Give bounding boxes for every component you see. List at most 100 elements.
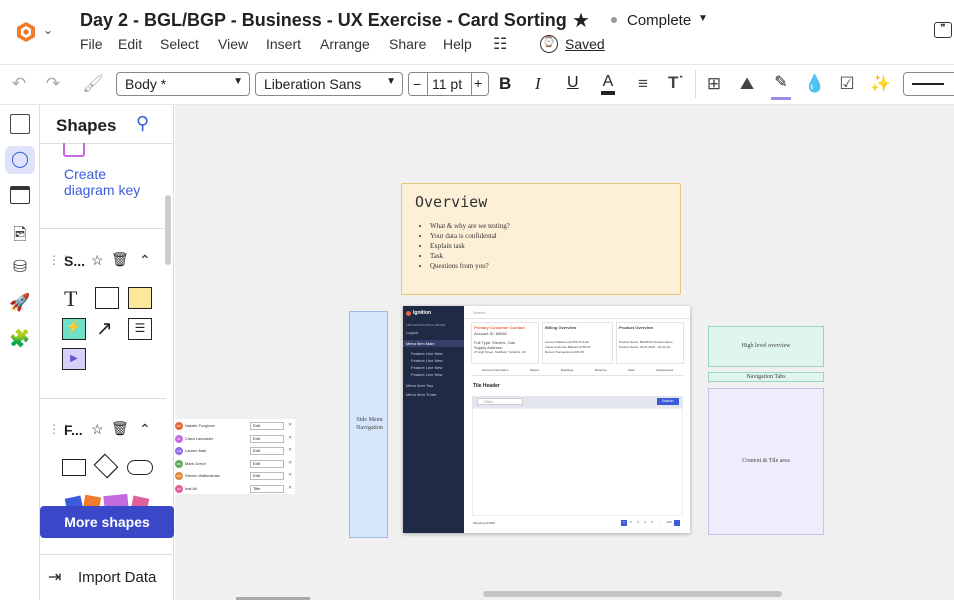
- high-level-note[interactable]: High level overview: [708, 326, 824, 367]
- shapes-icon[interactable]: ◯: [5, 146, 35, 174]
- role-select[interactable]: Edit: [250, 447, 284, 455]
- close-icon[interactable]: ✕: [288, 485, 292, 491]
- process-shape-icon[interactable]: [62, 459, 86, 476]
- mock-table-toolbar: Filter Button: [472, 396, 683, 408]
- role-select[interactable]: Edit: [250, 434, 284, 443]
- panel-scrollbar[interactable]: [165, 195, 171, 265]
- saved-link[interactable]: Saved: [565, 36, 605, 52]
- shapes-title: Shapes: [56, 116, 117, 135]
- puzzle-icon[interactable]: 🧩: [8, 329, 32, 353]
- style-icon[interactable]: ☑: [836, 74, 858, 94]
- magic-icon[interactable]: ✨: [870, 74, 892, 94]
- close-icon[interactable]: ✕: [288, 422, 292, 428]
- role-select[interactable]: Title: [250, 484, 284, 493]
- mock-button: Button: [657, 398, 679, 405]
- star-icon[interactable]: ★: [572, 8, 590, 33]
- menu-arrange[interactable]: Arrange: [320, 36, 370, 52]
- rectangle-shape-icon[interactable]: [95, 287, 119, 309]
- binoculars-icon[interactable]: ☷: [493, 34, 507, 54]
- close-icon[interactable]: ✕: [288, 435, 292, 441]
- terminator-shape-icon[interactable]: [127, 460, 153, 475]
- menu-insert[interactable]: Insert: [266, 36, 301, 52]
- fill-color-icon[interactable]: ⛰: [736, 74, 758, 94]
- text-options-icon[interactable]: T˙: [665, 73, 687, 93]
- role-select[interactable]: Edit: [250, 472, 284, 480]
- sticky-note-shape-icon[interactable]: [128, 287, 152, 309]
- lightning-shape-icon[interactable]: ⚡: [62, 318, 86, 340]
- menu-view[interactable]: View: [218, 36, 248, 52]
- rocket-icon[interactable]: 🚀: [8, 293, 32, 317]
- menu-select[interactable]: Select: [160, 36, 199, 52]
- mock-card-row: Account Balance £2,556.44 debit: [545, 340, 590, 344]
- redo-icon[interactable]: ↷: [42, 74, 64, 94]
- font-size-value[interactable]: 11 pt: [432, 76, 462, 92]
- overview-note[interactable]: Overview What & why are we testing? Your…: [401, 183, 681, 295]
- collaborator-row: CL Clara Lancaster Edit ✕: [175, 434, 295, 445]
- role-select[interactable]: Edit: [250, 422, 284, 430]
- menu-file[interactable]: File: [80, 36, 103, 52]
- mock-card-row: Product Name: 02-01-2024 - 02-01-20...: [619, 345, 673, 349]
- status-dropdown-icon[interactable]: ▼: [698, 13, 708, 24]
- shape-section-flowchart[interactable]: F...: [64, 422, 83, 438]
- star-outline-icon[interactable]: ☆: [91, 421, 104, 438]
- content-tile-note[interactable]: Content & Tile area: [708, 388, 824, 535]
- create-diagram-key-link[interactable]: Create diagram key: [64, 166, 154, 198]
- undo-icon[interactable]: ↶: [8, 74, 30, 94]
- avatar: SW: [175, 472, 183, 480]
- clock-icon[interactable]: ⌚: [540, 35, 558, 53]
- menu-help[interactable]: Help: [443, 36, 472, 52]
- nav-tabs-note[interactable]: Navigation Tabs: [708, 372, 824, 382]
- mock-card-row: Recent Transactions £150.65: [545, 350, 585, 354]
- format-painter-icon[interactable]: 🖌: [82, 74, 104, 94]
- more-shapes-button[interactable]: More shapes: [40, 506, 174, 538]
- canvas-scrollbar[interactable]: [483, 591, 782, 597]
- position-icon[interactable]: ⊞: [703, 74, 725, 94]
- list-shape-icon[interactable]: ☰: [128, 318, 152, 340]
- increase-size-button[interactable]: +: [474, 75, 482, 91]
- trash-icon[interactable]: 🗑: [111, 420, 129, 437]
- database-icon[interactable]: ⛁: [8, 257, 32, 281]
- search-icon[interactable]: ⚲: [136, 113, 149, 134]
- star-outline-icon[interactable]: ☆: [91, 252, 104, 269]
- window-icon[interactable]: [10, 186, 30, 204]
- app-logo-icon[interactable]: [14, 20, 38, 44]
- chevron-up-icon[interactable]: ⌃: [139, 421, 151, 438]
- close-icon[interactable]: ✕: [288, 472, 292, 478]
- align-icon[interactable]: ≡: [632, 74, 654, 94]
- import-icon[interactable]: ⇥: [48, 567, 61, 587]
- document-title[interactable]: Day 2 - BGL/BGP - Business - UX Exercise…: [80, 10, 567, 31]
- menu-edit[interactable]: Edit: [118, 36, 142, 52]
- font-size-stepper[interactable]: − 11 pt +: [408, 72, 489, 96]
- list-item: Task: [430, 251, 510, 261]
- font-family-select[interactable]: Liberation Sans ▼: [255, 72, 403, 96]
- trash-icon[interactable]: 🗑: [111, 251, 129, 268]
- opacity-icon[interactable]: 💧: [804, 74, 826, 94]
- divider: [40, 143, 174, 144]
- pages-icon[interactable]: [10, 114, 30, 134]
- decrease-size-button[interactable]: −: [413, 76, 421, 92]
- chevron-up-icon[interactable]: ⌃: [139, 252, 151, 269]
- close-icon[interactable]: ✕: [288, 447, 292, 453]
- italic-button[interactable]: I: [535, 74, 541, 94]
- close-icon[interactable]: ✕: [288, 460, 292, 466]
- chevron-down-icon[interactable]: ⌄: [43, 23, 53, 37]
- text-color-button[interactable]: A: [601, 73, 615, 95]
- text-style-select[interactable]: Body * ▼: [116, 72, 250, 96]
- import-data-button[interactable]: Import Data: [78, 569, 156, 586]
- shape-section-standard[interactable]: S...: [64, 253, 85, 269]
- arrow-shape-icon[interactable]: ↗: [96, 316, 113, 341]
- underline-button[interactable]: U: [567, 74, 579, 92]
- comment-icon[interactable]: ❞: [934, 22, 952, 38]
- role-select[interactable]: Edit: [250, 459, 284, 468]
- divider: [40, 398, 166, 399]
- status-label[interactable]: Complete: [627, 12, 691, 29]
- line-style-select[interactable]: [903, 72, 954, 96]
- line-color-icon[interactable]: ✎: [771, 72, 791, 100]
- bold-button[interactable]: B: [499, 74, 511, 94]
- video-shape-icon[interactable]: ▶: [62, 348, 86, 370]
- app-mockup[interactable]: Ignition LBZ PRODUCTION LIMITED Logout M…: [403, 306, 690, 533]
- image-icon[interactable]: 🖻: [8, 222, 32, 246]
- side-menu-nav-note[interactable]: Side Menu Navigation: [349, 311, 388, 538]
- text-shape-icon[interactable]: T: [64, 286, 77, 312]
- menu-share[interactable]: Share: [389, 36, 426, 52]
